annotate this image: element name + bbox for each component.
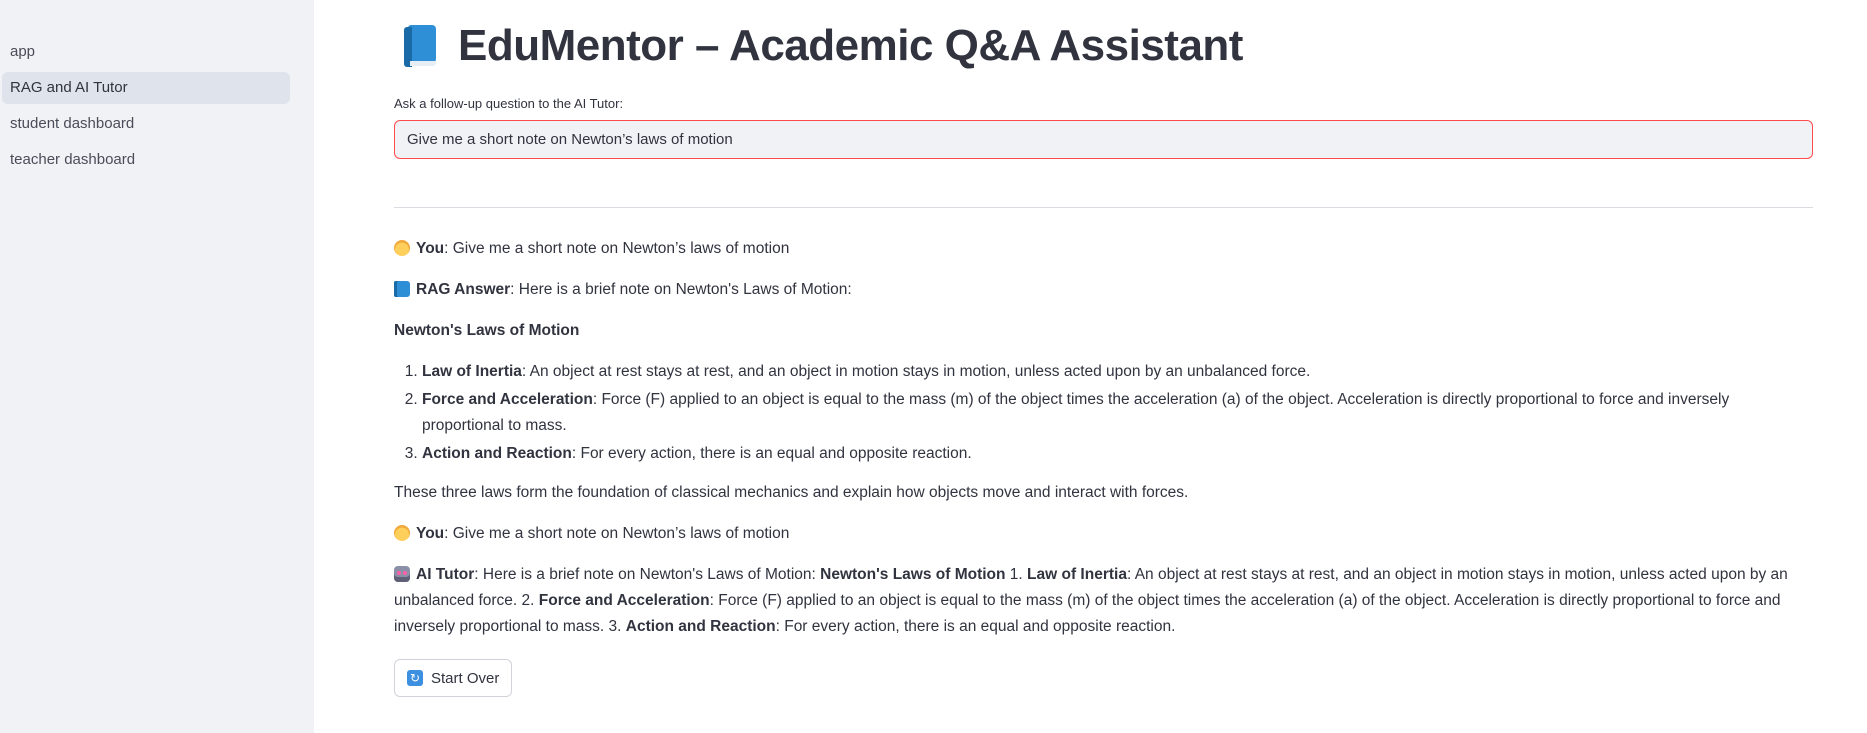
ai-tutor-answer: AI Tutor: Here is a brief note on Newton…	[394, 562, 1813, 640]
law-name: Law of Inertia	[422, 363, 522, 380]
rag-answer: RAG Answer: Here is a brief note on Newt…	[394, 277, 1813, 303]
user-label: You	[416, 525, 445, 542]
robot-icon	[394, 566, 410, 582]
user-label: You	[416, 240, 445, 257]
rag-conclusion: These three laws form the foundation of …	[394, 484, 1189, 501]
rag-heading-text: Newton's Laws of Motion	[394, 322, 580, 339]
laws-list: Law of Inertia: An object at rest stays …	[394, 359, 1813, 467]
ai-tutor-text: 1.	[1005, 566, 1028, 583]
user-message: You: Give me a short note on Newton’s la…	[394, 236, 1813, 262]
law-text: : An object at rest stays at rest, and a…	[521, 363, 1311, 380]
ai-tutor-heading: Newton's Laws of Motion	[820, 566, 1006, 583]
refresh-icon: ↻	[407, 670, 423, 686]
list-item: Force and Acceleration: Force (F) applie…	[422, 387, 1813, 439]
user-message-text: : Give me a short note on Newton’s laws …	[444, 525, 790, 542]
rag-answer-intro: : Here is a brief note on Newton's Laws …	[510, 281, 852, 298]
book-icon	[394, 281, 410, 297]
question-input[interactable]	[394, 120, 1813, 159]
ai-tutor-law-name: Action and Reaction	[625, 618, 776, 635]
person-icon	[394, 240, 410, 256]
sidebar-item-student-dashboard[interactable]: student dashboard	[2, 108, 290, 140]
ai-tutor-law-name: Law of Inertia	[1027, 566, 1127, 583]
user-message: You: Give me a short note on Newton’s la…	[394, 521, 1813, 547]
ai-tutor-law-name: Force and Acceleration	[538, 592, 710, 609]
sidebar-item-teacher-dashboard[interactable]: teacher dashboard	[2, 144, 290, 176]
start-over-label: Start Over	[431, 669, 500, 687]
app-root: app RAG and AI Tutor student dashboard t…	[0, 0, 1867, 733]
ai-tutor-text: : For every action, there is an equal an…	[775, 618, 1176, 635]
sidebar-item-rag-and-ai-tutor[interactable]: RAG and AI Tutor	[2, 72, 290, 104]
ai-tutor-text: : Here is a brief note on Newton's Laws …	[474, 566, 821, 583]
list-item: Law of Inertia: An object at rest stays …	[422, 359, 1813, 385]
page-header: EduMentor – Academic Q&A Assistant	[394, 18, 1813, 74]
law-name: Action and Reaction	[422, 445, 572, 462]
book-icon	[404, 25, 438, 67]
sidebar: app RAG and AI Tutor student dashboard t…	[0, 0, 314, 733]
question-input-label: Ask a follow-up question to the AI Tutor…	[394, 96, 624, 111]
law-name: Force and Acceleration	[422, 391, 593, 408]
start-over-button[interactable]: ↻ Start Over	[394, 659, 513, 697]
user-message-text: : Give me a short note on Newton’s laws …	[444, 240, 790, 257]
sidebar-item-app[interactable]: app	[2, 36, 290, 68]
divider	[394, 207, 1813, 208]
list-item: Action and Reaction: For every action, t…	[422, 441, 1813, 467]
rag-answer-heading: Newton's Laws of Motion	[394, 318, 1813, 344]
law-text: : For every action, there is an equal an…	[571, 445, 972, 462]
law-text: : Force (F) applied to an object is equa…	[422, 391, 1730, 434]
chat-history: You: Give me a short note on Newton’s la…	[394, 236, 1813, 640]
ai-tutor-label: AI Tutor	[416, 566, 475, 583]
page-title: EduMentor – Academic Q&A Assistant	[458, 21, 1243, 70]
rag-answer-label: RAG Answer	[416, 281, 511, 298]
main-content: EduMentor – Academic Q&A Assistant Ask a…	[314, 0, 1867, 733]
person-icon	[394, 525, 410, 541]
